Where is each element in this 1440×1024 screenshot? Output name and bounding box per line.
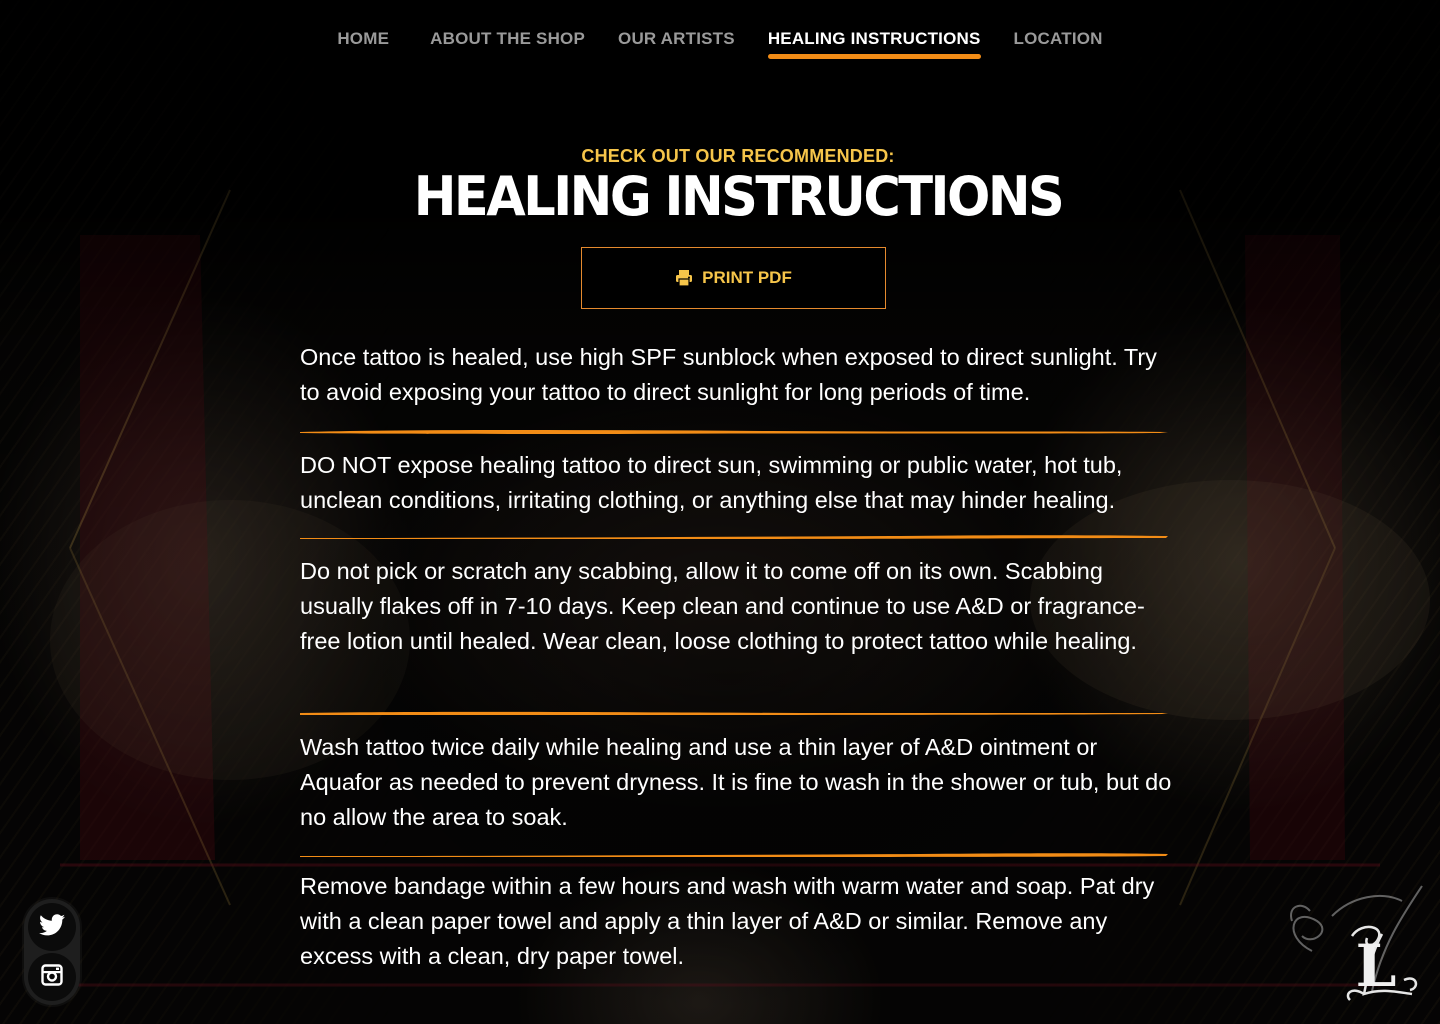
instagram-link[interactable] [28,953,76,1001]
main-nav: HOME ABOUT THE SHOP OUR ARTISTS HEALING … [0,0,1440,80]
instruction-item: Wash tattoo twice daily while healing an… [300,734,1172,830]
twitter-icon [39,913,65,941]
twitter-link[interactable] [28,903,76,951]
nav-item-location[interactable]: LOCATION [1014,0,1103,60]
print-pdf-label: PRINT PDF [702,268,792,287]
shop-logo: L [1272,876,1432,1006]
print-pdf-button[interactable]: PRINT PDF [581,247,886,309]
social-links [24,899,80,1005]
divider-brushstroke [300,711,1168,715]
page-eyebrow: CHECK OUT OUR RECOMMENDED: [581,146,895,166]
printer-icon [675,269,693,287]
instruction-item: DO NOT expose healing tattoo to direct s… [300,452,1123,513]
instagram-icon [41,963,63,991]
page-title: HEALING INSTRUCTIONS [413,166,1065,229]
nav-item-healing-instructions[interactable]: HEALING INSTRUCTIONS [767,0,981,60]
instruction-item: Remove bandage within a few hours and wa… [300,873,1155,969]
instruction-item: Do not pick or scratch any scabbing, all… [300,558,1145,654]
nav-item-home[interactable]: HOME [337,0,389,60]
nav-item-our-artists[interactable]: OUR ARTISTS [618,0,735,60]
logo-mark: L [1356,932,1397,1000]
divider-brushstroke [300,430,1168,434]
divider-brushstroke [300,853,1168,857]
divider-brushstroke [300,535,1168,539]
nav-item-about-the-shop[interactable]: ABOUT THE SHOP [430,0,585,60]
instruction-item: Once tattoo is healed, use high SPF sunb… [300,344,1157,405]
